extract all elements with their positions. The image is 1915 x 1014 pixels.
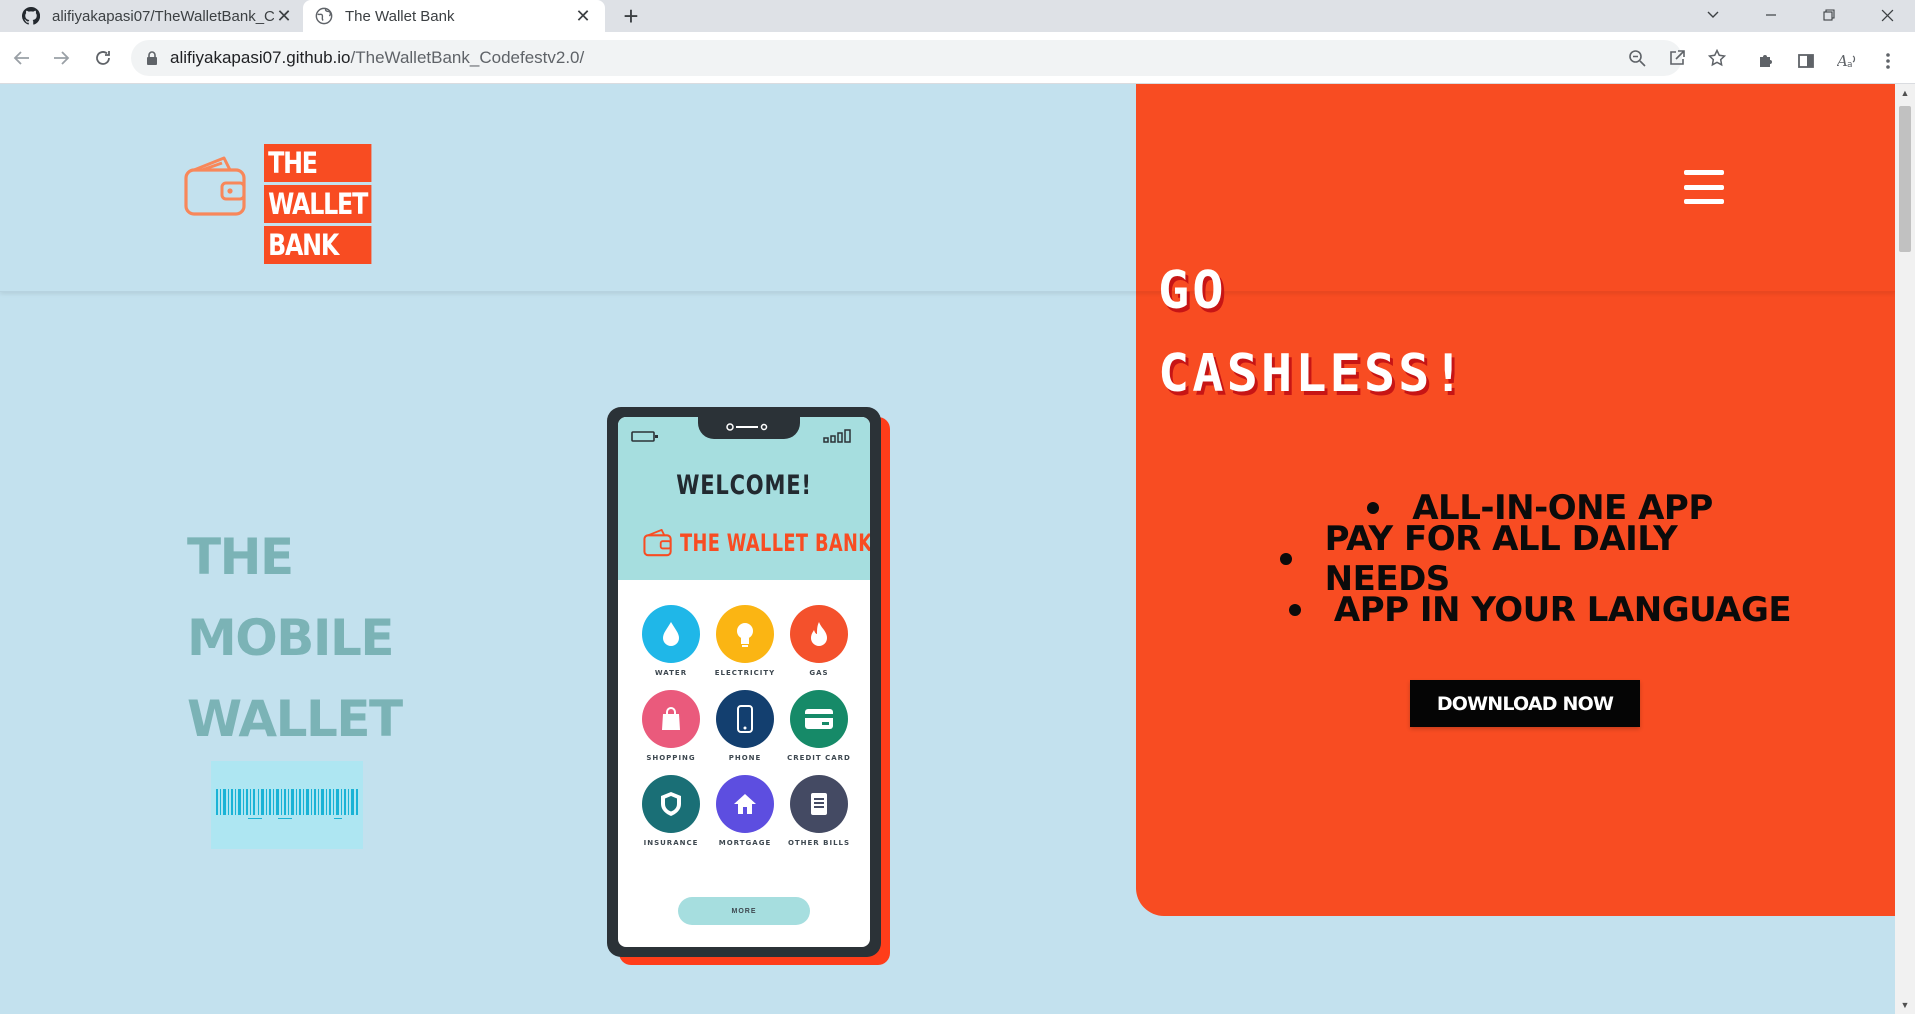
restore-icon[interactable] <box>1806 0 1852 30</box>
read-aloud-icon[interactable]: Aa <box>1836 49 1860 73</box>
browser-toolbar: alifiyakapasi07.github.io/TheWalletBank_… <box>0 32 1915 84</box>
phone-brand-text: THE WALLET BANK <box>680 529 870 557</box>
tagline-word: MOBILE <box>187 609 395 667</box>
phone-mockup: WELCOME! THE WALLET BANK WATER ELECTRICI… <box>607 407 890 965</box>
credit-card-icon <box>790 690 848 748</box>
bill-icon <box>790 775 848 833</box>
feature-list: ALL-IN-ONE APP PAY FOR ALL DAILY NEEDS A… <box>1280 482 1800 635</box>
tab-title: alifiyakapasi07/TheWalletBank_Co <box>52 7 274 25</box>
svg-text:a: a <box>1847 60 1853 70</box>
bullet-icon <box>1367 501 1380 514</box>
service-mortgage[interactable]: MORTGAGE <box>708 775 782 847</box>
lightbulb-icon <box>716 605 774 663</box>
bullet-icon <box>1280 552 1292 565</box>
service-credit-card[interactable]: CREDIT CARD <box>782 690 856 762</box>
service-label: INSURANCE <box>643 839 699 847</box>
minimize-icon[interactable] <box>1748 0 1794 30</box>
url-path: /TheWalletBank_Codefestv2.0/ <box>350 48 585 67</box>
hero-headline-line2: CASHLESS! <box>1158 344 1467 404</box>
wallet-icon <box>184 156 246 216</box>
logo-wordmark: THE WALLET BANK <box>264 144 395 264</box>
phone-welcome-text: WELCOME! <box>676 470 812 501</box>
service-phone[interactable]: PHONE <box>708 690 782 762</box>
feature-text: PAY FOR ALL DAILY NEEDS <box>1324 518 1678 599</box>
feature-item: PAY FOR ALL DAILY NEEDS <box>1280 519 1800 599</box>
more-button[interactable]: MORE <box>678 897 810 925</box>
service-label: GAS <box>809 669 829 677</box>
phone-icon <box>716 690 774 748</box>
tab-search-icon[interactable] <box>1690 0 1736 30</box>
close-icon[interactable]: ✕ <box>274 6 294 26</box>
phone-brand: THE WALLET BANK <box>642 529 870 557</box>
service-label: ELECTRICITY <box>714 669 776 677</box>
globe-icon <box>315 7 333 25</box>
logo-line: BANK <box>264 226 372 264</box>
phone-notch <box>698 417 800 439</box>
shield-icon <box>642 775 700 833</box>
new-tab-button[interactable]: + <box>615 1 647 31</box>
phone-screen: WELCOME! THE WALLET BANK WATER ELECTRICI… <box>618 417 870 947</box>
tagline-word: THE <box>187 528 294 586</box>
service-label: WATER <box>654 669 688 677</box>
close-icon[interactable]: ✕ <box>573 6 593 26</box>
shopping-bag-icon <box>642 690 700 748</box>
forward-arrow-icon[interactable] <box>46 43 76 73</box>
address-bar[interactable]: alifiyakapasi07.github.io/TheWalletBank_… <box>131 40 1682 76</box>
scroll-thumb[interactable] <box>1899 106 1911 252</box>
tagline-word: WALLET <box>187 690 403 748</box>
signal-icon <box>823 429 851 443</box>
flame-icon <box>790 605 848 663</box>
service-water[interactable]: WATER <box>634 605 708 677</box>
service-label: MORTGAGE <box>718 839 772 847</box>
water-drop-icon <box>642 605 700 663</box>
site-logo[interactable]: THE WALLET BANK <box>184 144 372 264</box>
tab-title: The Wallet Bank <box>345 7 455 25</box>
service-label: CREDIT CARD <box>787 754 851 762</box>
logo-line: THE <box>264 144 372 182</box>
service-label: SHOPPING <box>646 754 696 762</box>
menu-kebab-icon[interactable] <box>1876 49 1900 73</box>
bullet-icon <box>1288 603 1301 616</box>
lock-icon[interactable] <box>146 51 160 65</box>
service-label: OTHER BILLS <box>787 839 851 847</box>
share-icon[interactable] <box>1666 47 1688 69</box>
side-panel-icon[interactable] <box>1794 49 1818 73</box>
download-now-button[interactable]: DOWNLOAD NOW <box>1410 680 1640 727</box>
scroll-up-arrow-icon[interactable]: ▲ <box>1895 84 1915 102</box>
page-scrollbar[interactable]: ▲ ▼ <box>1895 84 1915 1014</box>
back-arrow-icon[interactable] <box>7 43 37 73</box>
logo-line: WALLET <box>264 185 372 223</box>
url-host: alifiyakapasi07.github.io <box>170 48 351 67</box>
browser-tabstrip: alifiyakapasi07/TheWalletBank_Co ✕ The W… <box>0 0 1915 32</box>
zoom-icon[interactable] <box>1626 47 1648 69</box>
house-icon <box>716 775 774 833</box>
feature-text: APP IN YOUR LANGUAGE <box>1333 589 1792 630</box>
barcode-image <box>211 761 363 849</box>
barcode-icon <box>216 789 358 819</box>
tab-github[interactable]: alifiyakapasi07/TheWalletBank_Co ✕ <box>10 0 306 32</box>
wallet-icon <box>643 529 672 557</box>
service-label: PHONE <box>728 754 762 762</box>
battery-icon <box>631 431 658 442</box>
phone-body: WELCOME! THE WALLET BANK WATER ELECTRICI… <box>607 407 881 957</box>
service-electricity[interactable]: ELECTRICITY <box>708 605 782 677</box>
feature-item: APP IN YOUR LANGUAGE <box>1280 584 1800 635</box>
github-icon <box>22 7 40 25</box>
service-insurance[interactable]: INSURANCE <box>634 775 708 847</box>
hamburger-menu-icon[interactable] <box>1684 170 1724 204</box>
service-grid: WATER ELECTRICITY GAS SHOPPING PHONE CRE… <box>634 605 858 847</box>
extensions-puzzle-icon[interactable] <box>1754 49 1778 73</box>
hero-headline-line1: GO <box>1158 261 1227 321</box>
bookmark-star-icon[interactable] <box>1706 47 1728 69</box>
service-gas[interactable]: GAS <box>782 605 856 677</box>
tab-wallet-bank[interactable]: The Wallet Bank ✕ <box>303 0 605 32</box>
scroll-down-arrow-icon[interactable]: ▼ <box>1895 996 1915 1014</box>
close-window-icon[interactable] <box>1864 0 1910 30</box>
reload-icon[interactable] <box>88 43 118 73</box>
page-viewport: THE WALLET BANK GO CASHLESS! ALL-IN-ONE … <box>0 84 1895 1014</box>
service-other-bills[interactable]: OTHER BILLS <box>782 775 856 847</box>
service-shopping[interactable]: SHOPPING <box>634 690 708 762</box>
